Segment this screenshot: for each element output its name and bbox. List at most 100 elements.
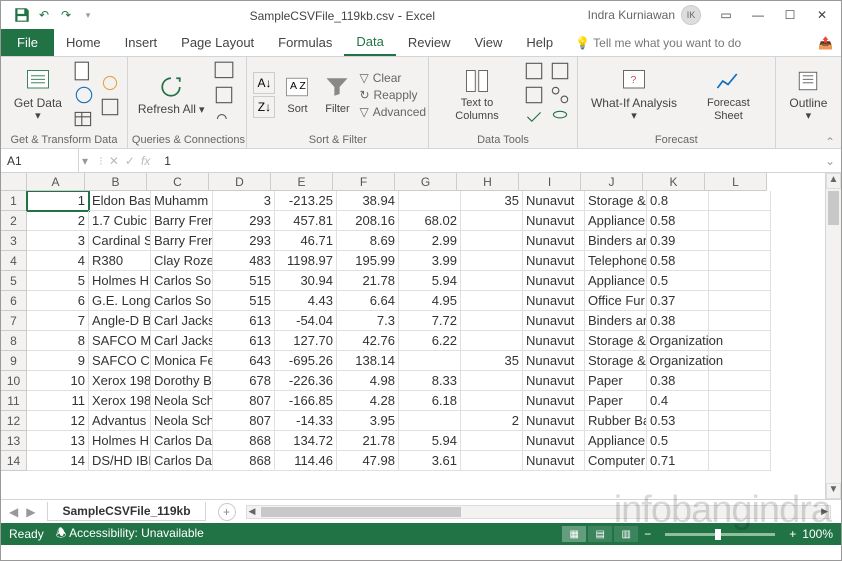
- cell[interactable]: [399, 411, 461, 431]
- cell[interactable]: 35: [461, 351, 523, 371]
- cell[interactable]: Paper: [585, 391, 647, 411]
- cell[interactable]: 38.94: [337, 191, 399, 211]
- scroll-up-icon[interactable]: ▲: [826, 173, 841, 189]
- cell[interactable]: 4.98: [337, 371, 399, 391]
- from-web-icon[interactable]: [73, 84, 95, 106]
- cell[interactable]: 5: [27, 271, 89, 291]
- cell[interactable]: 114.46: [275, 451, 337, 471]
- advanced-filter-button[interactable]: ▽Advanced: [359, 105, 426, 119]
- cell[interactable]: 127.70: [275, 331, 337, 351]
- cell[interactable]: Neola Sch: [151, 411, 213, 431]
- cell[interactable]: -226.36: [275, 371, 337, 391]
- recent-sources-icon[interactable]: [99, 72, 121, 94]
- cell[interactable]: Xerox 198: [89, 371, 151, 391]
- cell[interactable]: 4.28: [337, 391, 399, 411]
- row-header[interactable]: 1: [1, 191, 27, 211]
- cell[interactable]: [647, 331, 709, 351]
- row-header[interactable]: 3: [1, 231, 27, 251]
- close-icon[interactable]: ✕: [807, 3, 837, 27]
- cell[interactable]: 42.76: [337, 331, 399, 351]
- cell[interactable]: Carl Jackso: [151, 311, 213, 331]
- refresh-all-button[interactable]: Refresh All ▾: [134, 71, 209, 118]
- cell[interactable]: Xerox 198: [89, 391, 151, 411]
- cell[interactable]: 195.99: [337, 251, 399, 271]
- zoom-in-icon[interactable]: +: [789, 527, 796, 541]
- remove-duplicates-icon[interactable]: [523, 84, 545, 106]
- cell[interactable]: -695.26: [275, 351, 337, 371]
- ribbon-display-icon[interactable]: ▭: [711, 3, 741, 27]
- cell[interactable]: Carlos Sol: [151, 271, 213, 291]
- cell[interactable]: Carlos Sol: [151, 291, 213, 311]
- user-avatar[interactable]: IK: [681, 5, 701, 25]
- cell[interactable]: [709, 311, 771, 331]
- data-validation-icon[interactable]: [523, 108, 545, 130]
- accept-formula-icon[interactable]: ✓: [125, 154, 135, 168]
- cell[interactable]: 0.4: [647, 391, 709, 411]
- cell[interactable]: Dorothy B: [151, 371, 213, 391]
- cell[interactable]: Holmes H: [89, 271, 151, 291]
- cell[interactable]: [709, 451, 771, 471]
- cell[interactable]: 678: [213, 371, 275, 391]
- select-all-corner[interactable]: [1, 173, 27, 191]
- cell[interactable]: Nunavut: [523, 331, 585, 351]
- tab-insert[interactable]: Insert: [113, 29, 170, 56]
- zoom-slider[interactable]: [665, 533, 775, 536]
- cell[interactable]: 35: [461, 191, 523, 211]
- cell[interactable]: 11: [27, 391, 89, 411]
- sort-button[interactable]: A Z Sort: [279, 71, 315, 117]
- user-name[interactable]: Indra Kurniawan: [588, 8, 675, 22]
- cell[interactable]: 9: [27, 351, 89, 371]
- row-header[interactable]: 12: [1, 411, 27, 431]
- cell[interactable]: [709, 371, 771, 391]
- cell[interactable]: Telephone: [585, 251, 647, 271]
- cell[interactable]: 807: [213, 391, 275, 411]
- properties-icon[interactable]: [213, 84, 235, 106]
- cell[interactable]: 2: [27, 211, 89, 231]
- outline-button[interactable]: Outline ▾: [782, 65, 835, 124]
- horizontal-scrollbar[interactable]: ◀ ▶: [246, 505, 831, 519]
- save-icon[interactable]: [13, 6, 31, 24]
- relationships-icon[interactable]: [549, 84, 571, 106]
- cell[interactable]: 0.37: [647, 291, 709, 311]
- cell[interactable]: 3.95: [337, 411, 399, 431]
- consolidate-icon[interactable]: [549, 60, 571, 82]
- cell[interactable]: [709, 351, 771, 371]
- cancel-formula-icon[interactable]: ✕: [109, 154, 119, 168]
- cell[interactable]: Angle-D B: [89, 311, 151, 331]
- cell[interactable]: [709, 331, 771, 351]
- cell[interactable]: [647, 351, 709, 371]
- col-header[interactable]: E: [271, 173, 333, 191]
- redo-icon[interactable]: ↷: [57, 6, 75, 24]
- from-table-icon[interactable]: [73, 108, 95, 130]
- cell[interactable]: 134.72: [275, 431, 337, 451]
- zoom-level[interactable]: 100%: [802, 527, 833, 541]
- forecast-sheet-button[interactable]: Forecast Sheet: [688, 65, 769, 123]
- cell[interactable]: Carl Jackso: [151, 331, 213, 351]
- cell[interactable]: SAFCO Co: [89, 351, 151, 371]
- cell[interactable]: 0.58: [647, 251, 709, 271]
- cell[interactable]: [461, 331, 523, 351]
- tab-home[interactable]: Home: [54, 29, 113, 56]
- cell[interactable]: Nunavut: [523, 451, 585, 471]
- cell[interactable]: Storage & Organization: [585, 331, 647, 351]
- col-header[interactable]: L: [705, 173, 767, 191]
- cell[interactable]: Carlos Dal: [151, 451, 213, 471]
- cell[interactable]: 8.33: [399, 371, 461, 391]
- cell[interactable]: 7.3: [337, 311, 399, 331]
- existing-connections-icon[interactable]: [99, 96, 121, 118]
- tell-me-search[interactable]: 💡 Tell me what you want to do: [575, 36, 741, 50]
- cell[interactable]: 21.78: [337, 271, 399, 291]
- cell[interactable]: 613: [213, 311, 275, 331]
- cell[interactable]: Barry Fren: [151, 211, 213, 231]
- cell[interactable]: 0.53: [647, 411, 709, 431]
- cell[interactable]: Nunavut: [523, 271, 585, 291]
- cell[interactable]: Nunavut: [523, 311, 585, 331]
- cell[interactable]: [461, 371, 523, 391]
- cell[interactable]: 0.58: [647, 211, 709, 231]
- col-header[interactable]: A: [27, 173, 85, 191]
- cell[interactable]: Nunavut: [523, 351, 585, 371]
- cell[interactable]: [709, 271, 771, 291]
- cell[interactable]: Nunavut: [523, 371, 585, 391]
- cell[interactable]: [709, 391, 771, 411]
- cell[interactable]: Binders an: [585, 311, 647, 331]
